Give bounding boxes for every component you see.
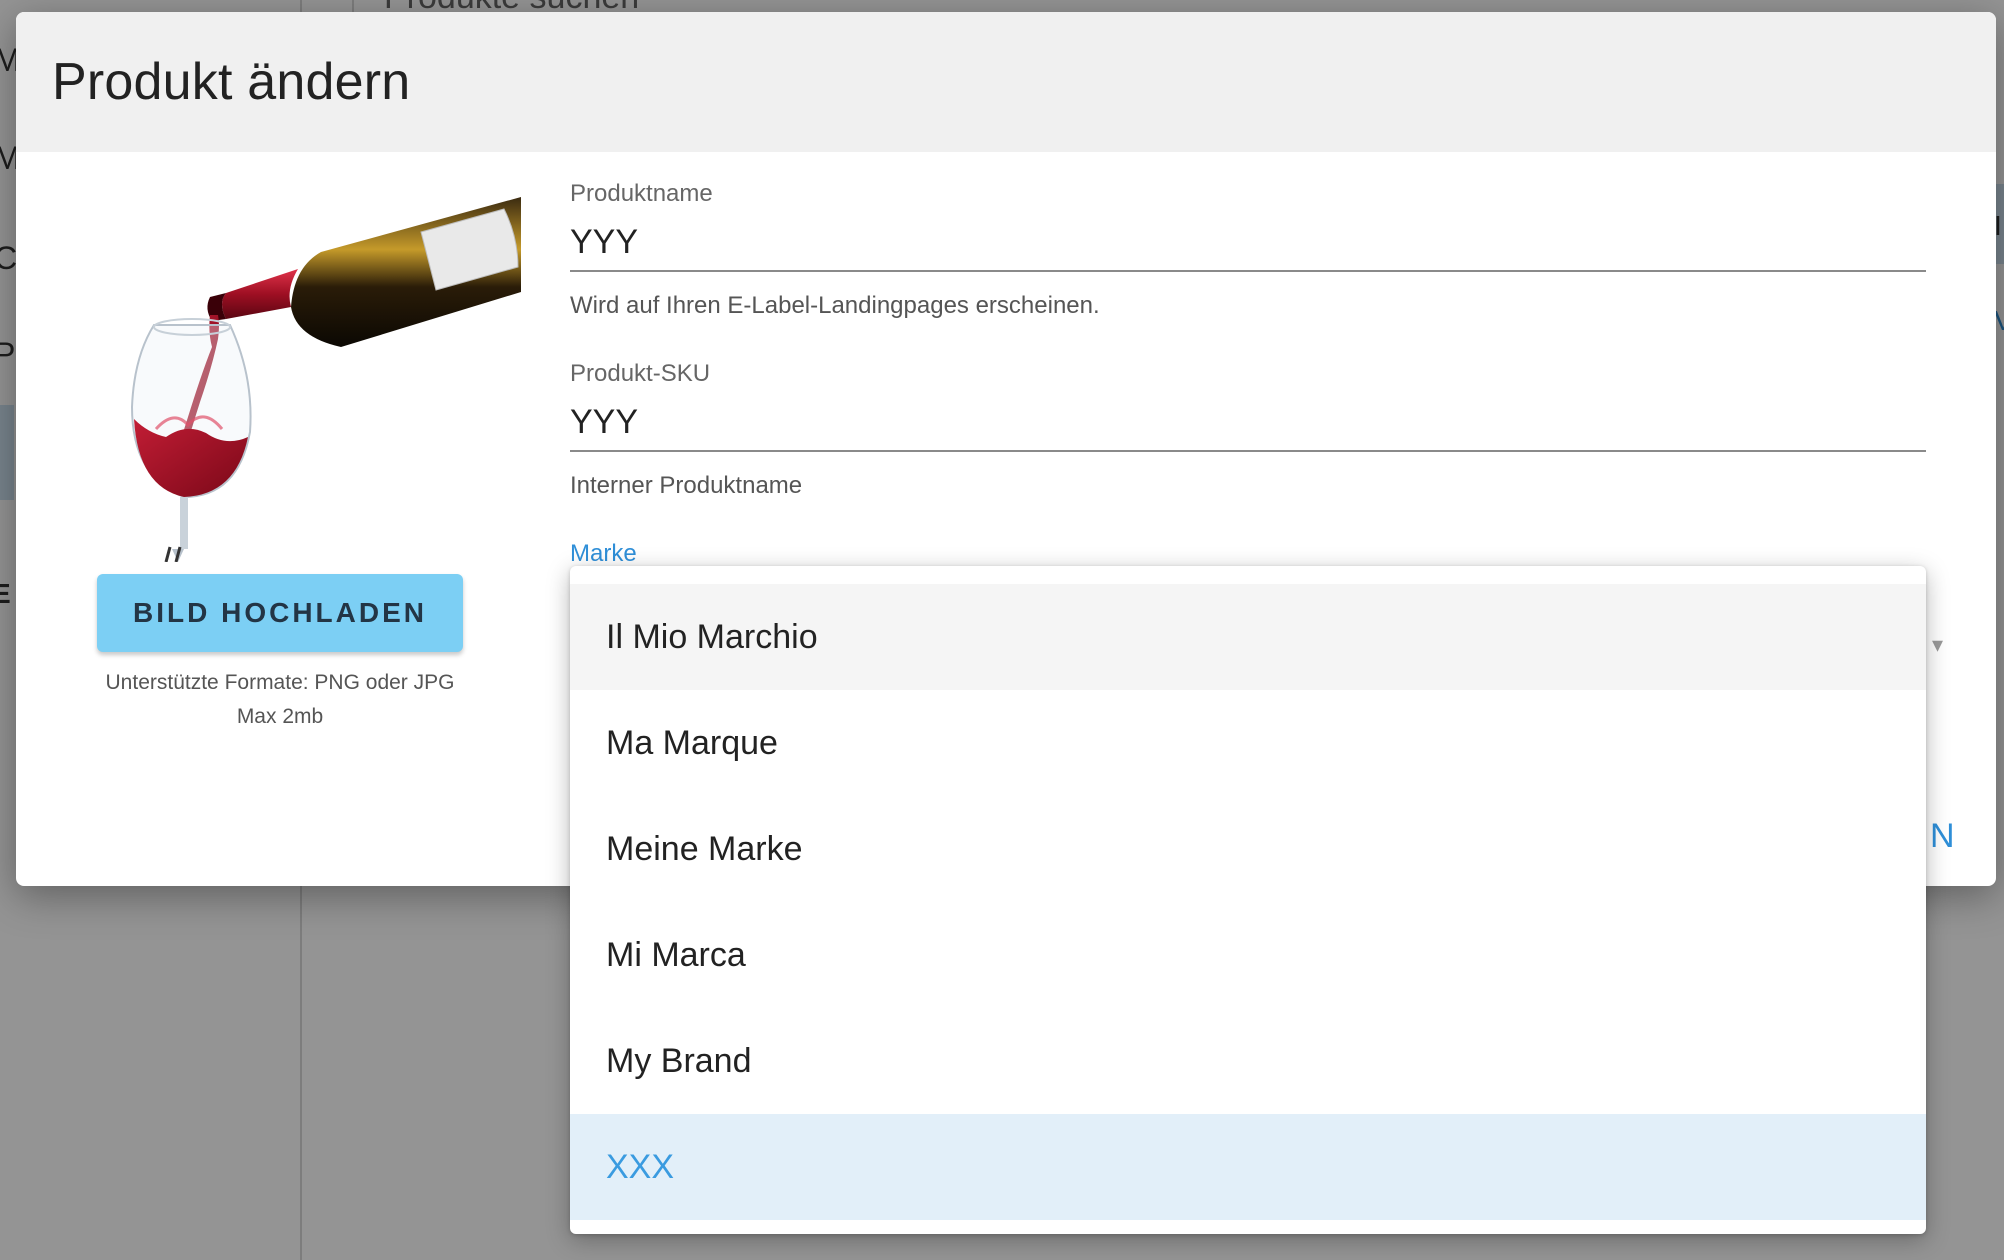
brand-option-selected[interactable]: XXX [570,1114,1926,1220]
dialog-title: Produkt ändern [52,53,411,111]
dialog-header: Produkt ändern [16,12,1996,152]
product-image [130,197,521,562]
upload-size-text: Max 2mb [236,705,324,728]
brand-options-list: Il Mio Marchio Ma Marque Meine Marke Mi … [570,566,1926,1220]
product-name-hint: Wird auf Ihren E-Label-Landingpages ersc… [570,292,1100,319]
dialog-action-button-fragment[interactable]: N [1930,817,1955,856]
upload-hint: Unterstützte Formate: PNG oder JPG Max 2… [80,666,480,734]
brand-option[interactable]: Ma Marque [570,690,1926,796]
brand-option[interactable]: Meine Marke [570,796,1926,902]
brand-dropdown-menu: Il Mio Marchio Ma Marque Meine Marke Mi … [570,566,1926,1234]
product-name-input[interactable] [570,214,1926,272]
brand-label: Marke [570,540,637,567]
product-sku-hint: Interner Produktname [570,472,803,499]
brand-option[interactable]: Il Mio Marchio [570,584,1926,690]
brand-dropdown-arrow-icon[interactable]: ▾ [1932,632,1943,658]
product-sku-label: Produkt-SKU [570,360,711,387]
brand-option[interactable]: My Brand [570,1008,1926,1114]
product-name-label: Produktname [570,180,713,207]
upload-image-button[interactable]: BILD HOCHLADEN [97,574,463,652]
product-sku-input[interactable] [570,394,1926,452]
brand-option[interactable]: Mi Marca [570,902,1926,1008]
upload-formats-text: Unterstützte Formate: PNG oder JPG [105,671,455,694]
